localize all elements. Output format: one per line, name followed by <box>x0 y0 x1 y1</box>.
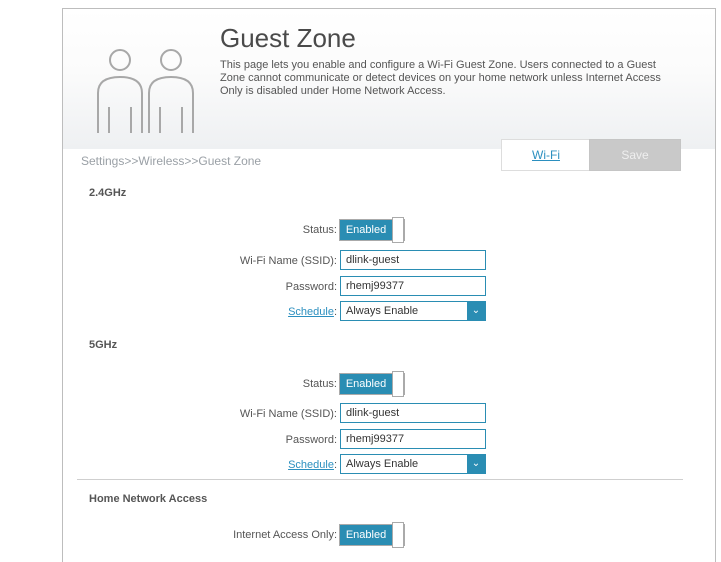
status-label-24ghz: Status: <box>302 224 337 236</box>
schedule-link-5ghz[interactable]: Schedule <box>288 459 334 471</box>
password-input-5ghz[interactable]: rhemj99377 <box>340 429 486 449</box>
password-label-24ghz: Password: <box>285 281 337 293</box>
toggle-knob <box>392 371 404 397</box>
section-title-home-network: Home Network Access <box>89 493 208 505</box>
password-label-5ghz: Password: <box>285 434 337 446</box>
breadcrumb: Settings>>Wireless>>Guest Zone <box>81 154 262 168</box>
chevron-down-icon: ⌄ <box>467 302 485 320</box>
internet-only-toggle[interactable]: Enabled <box>339 522 405 548</box>
toggle-knob <box>392 522 404 548</box>
two-users-icon <box>97 49 194 133</box>
page-title: Guest Zone <box>220 23 356 53</box>
section-divider <box>77 479 683 480</box>
chevron-down-icon: ⌄ <box>467 455 485 473</box>
schedule-value-24ghz: Always Enable <box>346 305 419 317</box>
schedule-label-24ghz: Schedule: <box>288 306 337 318</box>
section-title-24ghz: 2.4GHz <box>89 187 127 199</box>
page-header: Guest Zone This page lets you enable and… <box>63 9 715 149</box>
main-panel: Guest Zone This page lets you enable and… <box>62 8 716 562</box>
status-toggle-24ghz[interactable]: Enabled <box>339 217 405 243</box>
schedule-label-5ghz: Schedule: <box>288 459 337 471</box>
ssid-label-24ghz: Wi-Fi Name (SSID): <box>239 255 337 267</box>
schedule-value-5ghz: Always Enable <box>346 458 419 470</box>
schedule-select-5ghz[interactable]: Always Enable ⌄ <box>340 454 486 474</box>
ssid-input-5ghz[interactable]: dlink-guest <box>340 403 486 423</box>
internet-only-label: Internet Access Only: <box>233 529 337 541</box>
toggle-knob <box>392 217 404 243</box>
internet-only-value: Enabled <box>340 525 392 545</box>
save-button[interactable]: Save <box>589 139 681 171</box>
schedule-link-24ghz[interactable]: Schedule <box>288 306 334 318</box>
section-title-5ghz: 5GHz <box>89 339 118 351</box>
schedule-select-24ghz[interactable]: Always Enable ⌄ <box>340 301 486 321</box>
status-label-5ghz: Status: <box>302 378 337 390</box>
status-toggle-5ghz[interactable]: Enabled <box>339 371 405 397</box>
ssid-label-5ghz: Wi-Fi Name (SSID): <box>239 408 337 420</box>
wifi-link[interactable]: Wi-Fi <box>501 139 591 171</box>
breadcrumb-bar: Settings>>Wireless>>Guest Zone Wi-Fi Sav… <box>63 139 715 179</box>
page-description: This page lets you enable and configure … <box>220 59 661 97</box>
status-value-5ghz: Enabled <box>340 374 392 394</box>
password-input-24ghz[interactable]: rhemj99377 <box>340 276 486 296</box>
ssid-input-24ghz[interactable]: dlink-guest <box>340 250 486 270</box>
status-value-24ghz: Enabled <box>340 220 392 240</box>
